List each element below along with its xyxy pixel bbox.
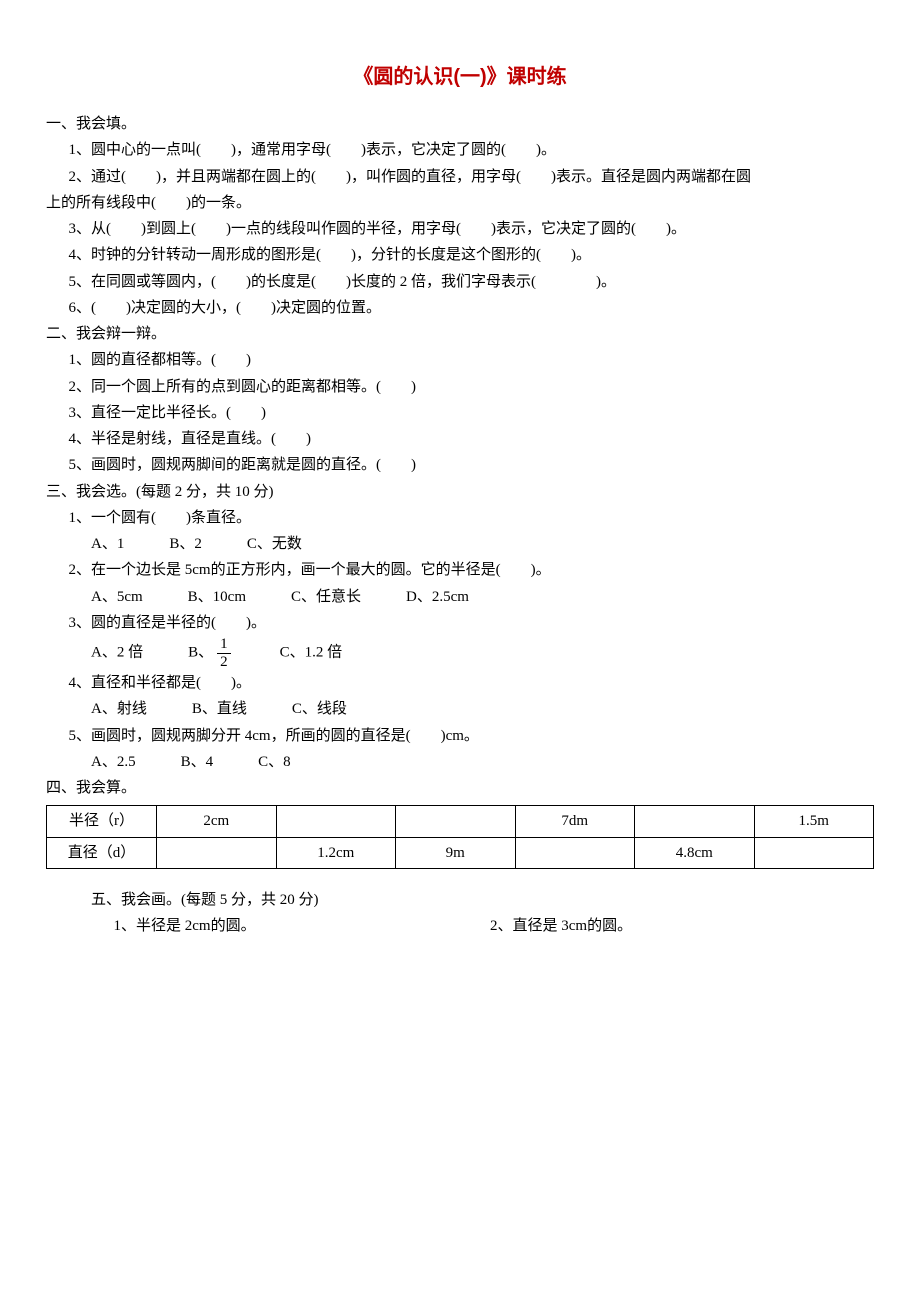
section-1-heading: 一、我会填。	[46, 111, 874, 137]
table-cell: 7dm	[515, 806, 635, 837]
q2-4: 4、半径是射线，直径是直线。( )	[46, 426, 874, 452]
table-row: 半径（r） 2cm 7dm 1.5m	[47, 806, 874, 837]
table-cell: 2cm	[157, 806, 277, 837]
q2-3: 3、直径一定比半径长。( )	[46, 400, 874, 426]
table-cell: 1.2cm	[276, 837, 396, 868]
q3-4: 4、直径和半径都是( )。	[46, 670, 874, 696]
q3-4-options: A、射线 B、直线 C、线段	[46, 696, 874, 722]
fraction-numerator: 1	[217, 636, 231, 654]
section-2-heading: 二、我会辩一辩。	[46, 321, 874, 347]
q3-1: 1、一个圆有( )条直径。	[46, 505, 874, 531]
row-header-radius: 半径（r）	[47, 806, 157, 837]
q1-3: 3、从( )到圆上( )一点的线段叫作圆的半径，用字母( )表示，它决定了圆的(…	[46, 216, 874, 242]
table-cell	[515, 837, 635, 868]
q1-1: 1、圆中心的一点叫( )，通常用字母( )表示，它决定了圆的( )。	[46, 137, 874, 163]
section-5-questions: 1、半径是 2cm的圆。 2、直径是 3cm的圆。	[46, 913, 874, 939]
row-header-diameter: 直径（d）	[47, 837, 157, 868]
q3-5: 5、画圆时，圆规两脚分开 4cm，所画的圆的直径是( )cm。	[46, 723, 874, 749]
q3-2: 2、在一个边长是 5cm的正方形内，画一个最大的圆。它的半径是( )。	[46, 557, 874, 583]
q2-5: 5、画圆时，圆规两脚间的距离就是圆的直径。( )	[46, 452, 874, 478]
page-title: 《圆的认识(一)》课时练	[46, 60, 874, 95]
table-cell: 1.5m	[754, 806, 874, 837]
q5-1: 1、半径是 2cm的圆。	[46, 913, 460, 939]
q2-1: 1、圆的直径都相等。( )	[46, 347, 874, 373]
radius-diameter-table: 半径（r） 2cm 7dm 1.5m 直径（d） 1.2cm 9m 4.8cm	[46, 805, 874, 869]
fraction-denominator: 2	[217, 654, 231, 671]
q3-2-options: A、5cm B、10cm C、任意长 D、2.5cm	[46, 584, 874, 610]
section-5-heading: 五、我会画。(每题 5 分，共 20 分)	[46, 887, 874, 913]
q1-2b: 上的所有线段中( )的一条。	[46, 190, 874, 216]
table-cell	[396, 806, 516, 837]
table-cell	[635, 806, 755, 837]
q5-2: 2、直径是 3cm的圆。	[460, 913, 874, 939]
table-cell	[276, 806, 396, 837]
section-4-heading: 四、我会算。	[46, 775, 874, 801]
q3-3-opt-a: A、2 倍 B、	[91, 644, 213, 660]
q2-2: 2、同一个圆上所有的点到圆心的距离都相等。( )	[46, 374, 874, 400]
table-cell: 4.8cm	[635, 837, 755, 868]
fraction-icon: 12	[217, 636, 231, 670]
table-row: 直径（d） 1.2cm 9m 4.8cm	[47, 837, 874, 868]
q3-3: 3、圆的直径是半径的( )。	[46, 610, 874, 636]
table-cell	[754, 837, 874, 868]
table-cell	[157, 837, 277, 868]
q1-4: 4、时钟的分针转动一周形成的图形是( )，分针的长度是这个图形的( )。	[46, 242, 874, 268]
q3-5-options: A、2.5 B、4 C、8	[46, 749, 874, 775]
q1-6: 6、( )决定圆的大小，( )决定圆的位置。	[46, 295, 874, 321]
section-3-heading: 三、我会选。(每题 2 分，共 10 分)	[46, 479, 874, 505]
q1-2: 2、通过( )，并且两端都在圆上的( )，叫作圆的直径，用字母( )表示。直径是…	[46, 164, 874, 190]
q3-3-opt-c: C、1.2 倍	[235, 644, 343, 660]
q3-3-options: A、2 倍 B、12 C、1.2 倍	[46, 636, 874, 670]
q1-5: 5、在同圆或等圆内，( )的长度是( )长度的 2 倍，我们字母表示( )。	[46, 269, 874, 295]
q3-1-options: A、1 B、2 C、无数	[46, 531, 874, 557]
table-cell: 9m	[396, 837, 516, 868]
